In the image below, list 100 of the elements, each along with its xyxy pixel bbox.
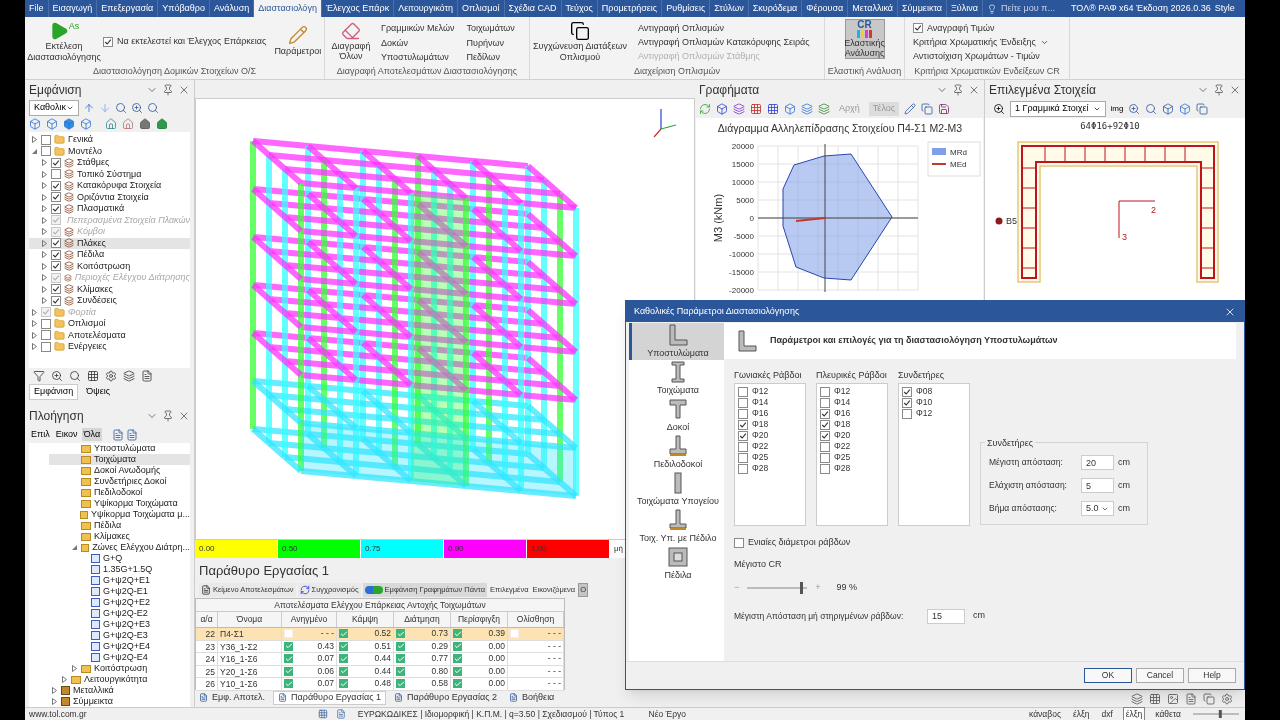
settings-icon[interactable] [105, 370, 117, 382]
section-tab[interactable]: Υποστυλώματα [629, 323, 724, 360]
expand-arrow-icon[interactable] [41, 205, 48, 213]
cube-icon[interactable] [46, 118, 58, 130]
checkbox[interactable] [820, 463, 830, 474]
checkbox-option[interactable]: Φ20 [737, 430, 803, 441]
checkbox[interactable] [51, 192, 61, 203]
checkbox[interactable] [738, 430, 748, 441]
layers-icon[interactable] [123, 370, 135, 382]
close-icon[interactable] [178, 410, 190, 422]
expand-arrow-icon[interactable] [41, 239, 48, 247]
tree-item[interactable]: Κοιτόστρωση [49, 663, 190, 674]
checkbox-option[interactable]: Φ10 [901, 397, 967, 408]
checkbox[interactable] [51, 284, 61, 295]
expand-arrow-icon[interactable] [31, 136, 38, 144]
expand-arrow-icon[interactable] [51, 687, 58, 694]
pin-icon[interactable] [952, 84, 964, 96]
criteria-menu[interactable]: Κριτήρια Χρωματικής Ένδειξης [913, 35, 1049, 49]
checkbox[interactable] [738, 386, 748, 397]
document-icon[interactable] [1185, 693, 1197, 705]
window-icon[interactable] [112, 428, 125, 441]
edit-icon[interactable] [904, 103, 917, 115]
filter-dropdown[interactable]: Καθολικ [29, 100, 79, 116]
tree-item[interactable]: Υποστυλώματα [49, 443, 190, 454]
expand-arrow-icon[interactable] [61, 676, 68, 683]
filter-icon[interactable] [33, 370, 45, 382]
checkbox[interactable] [902, 397, 912, 408]
checkbox-option[interactable]: Φ20 [819, 430, 885, 441]
checkbox-option[interactable]: Φ08 [901, 386, 967, 397]
checkbox[interactable] [902, 386, 912, 397]
tree-item[interactable]: Κοιτόστρωση [29, 260, 190, 272]
step-dropdown[interactable]: 5.0 [1081, 501, 1114, 516]
table-row[interactable]: 24 Υ16_1-Σ6 0.07 0.44 0.77 0.00 - - - [196, 653, 564, 666]
max-distance-field[interactable]: 15 [927, 608, 965, 624]
search-icon[interactable] [147, 102, 159, 114]
tree-item[interactable]: Οπλισμοί [29, 318, 190, 330]
checkbox[interactable] [738, 408, 748, 419]
expand-arrow-icon[interactable] [41, 251, 48, 259]
tree-item[interactable]: Δοκοί Ανωδομής [49, 465, 190, 476]
checkbox-option[interactable]: Φ12 [901, 408, 967, 419]
grid-icon[interactable] [87, 370, 99, 382]
dialog-button[interactable]: Help [1188, 668, 1236, 683]
tree-item[interactable]: Οριζόντια Στοιχεία [29, 191, 190, 203]
delete-option[interactable]: Τοιχωμάτων [466, 21, 515, 36]
checkbox-option[interactable]: Φ12 [737, 386, 803, 397]
expand-arrow-icon[interactable] [41, 170, 48, 178]
checkbox[interactable] [103, 36, 113, 47]
checkbox[interactable] [913, 23, 923, 33]
element-dropdown[interactable]: 1 Γραμμικά Στοιχεί [1010, 101, 1106, 117]
checkbox-option[interactable]: Φ22 [819, 441, 885, 452]
ribbon-tab[interactable]: Διαστασιολόγη [254, 0, 322, 17]
elastic-analysis-button[interactable]: CR Ελαστικής Ανάλυσης [844, 19, 885, 59]
checkbox[interactable] [41, 330, 51, 341]
section-tab[interactable]: Πεδιλοδοκοί [629, 434, 724, 471]
distance-field[interactable]: 20 [1081, 455, 1114, 470]
checkbox[interactable] [51, 238, 61, 249]
distance-field[interactable]: 5 [1081, 478, 1114, 493]
checkbox[interactable] [738, 463, 748, 474]
tree-item[interactable]: Υψίκορμα Τοιχώματα μ... [49, 509, 190, 520]
grid-icon[interactable] [1149, 693, 1161, 705]
search-icon[interactable] [1145, 103, 1158, 115]
tree-item[interactable]: G+ψ2Q+E4 [49, 641, 190, 652]
delete-option[interactable]: Πυρήνων [466, 35, 515, 50]
panel-tab[interactable]: Εμφάνιση [29, 384, 79, 400]
expand-arrow-icon[interactable] [41, 262, 48, 270]
checkbox-option[interactable]: Φ28 [737, 463, 803, 474]
checkbox-option[interactable]: Φ28 [819, 463, 885, 474]
zoom-in-icon[interactable] [51, 370, 63, 382]
pin-icon[interactable] [1213, 84, 1225, 96]
delete-option[interactable]: Γραμμικών Μελών [381, 21, 455, 36]
tree-item[interactable]: Συνδέσεις [29, 295, 190, 307]
tree-item[interactable]: Στάθμες [29, 157, 190, 169]
checkbox-option[interactable]: Φ14 [737, 397, 803, 408]
zoom-slider-thumb[interactable] [1218, 710, 1222, 718]
checkbox[interactable] [734, 537, 744, 548]
checkbox[interactable] [902, 408, 912, 419]
cr-slider-thumb[interactable] [800, 581, 804, 594]
window-tab[interactable]: Παράθυρο Εργασίας 2 [390, 690, 502, 705]
tree-item[interactable]: Υψίκορμα Τοιχώματα [49, 498, 190, 509]
tree-item[interactable]: Πέδιλα [49, 520, 190, 531]
checkbox-option[interactable]: Φ12 [819, 386, 885, 397]
expand-arrow-icon[interactable] [31, 331, 38, 339]
copy-option[interactable]: Αντιγραφή Οπλισμών Κατακόρυφης Σειράς [638, 35, 810, 49]
cube-icon[interactable] [1179, 103, 1192, 115]
checkbox[interactable] [820, 419, 830, 430]
settings-icon[interactable] [1221, 693, 1233, 705]
checkbox[interactable] [51, 203, 61, 214]
expand-arrow-icon[interactable] [51, 698, 58, 705]
checkbox-option[interactable]: Φ22 [737, 441, 803, 452]
tree-item[interactable]: Κατακόρυφα Στοιχεία [29, 180, 190, 192]
checkbox[interactable] [41, 318, 51, 329]
status-toggle[interactable]: έλξη [1071, 707, 1092, 720]
checkbox[interactable] [820, 441, 830, 452]
close-icon[interactable] [1229, 84, 1241, 96]
tree-item[interactable]: Ζώνες Ελέγχου Διάτρη... [49, 542, 190, 553]
delete-option[interactable]: Υποστυλωμάτων [381, 50, 455, 65]
layers-icon[interactable] [1131, 693, 1143, 705]
checkbox[interactable] [738, 441, 748, 452]
image-button[interactable]: img [1110, 103, 1124, 115]
window-icon[interactable] [126, 428, 139, 441]
